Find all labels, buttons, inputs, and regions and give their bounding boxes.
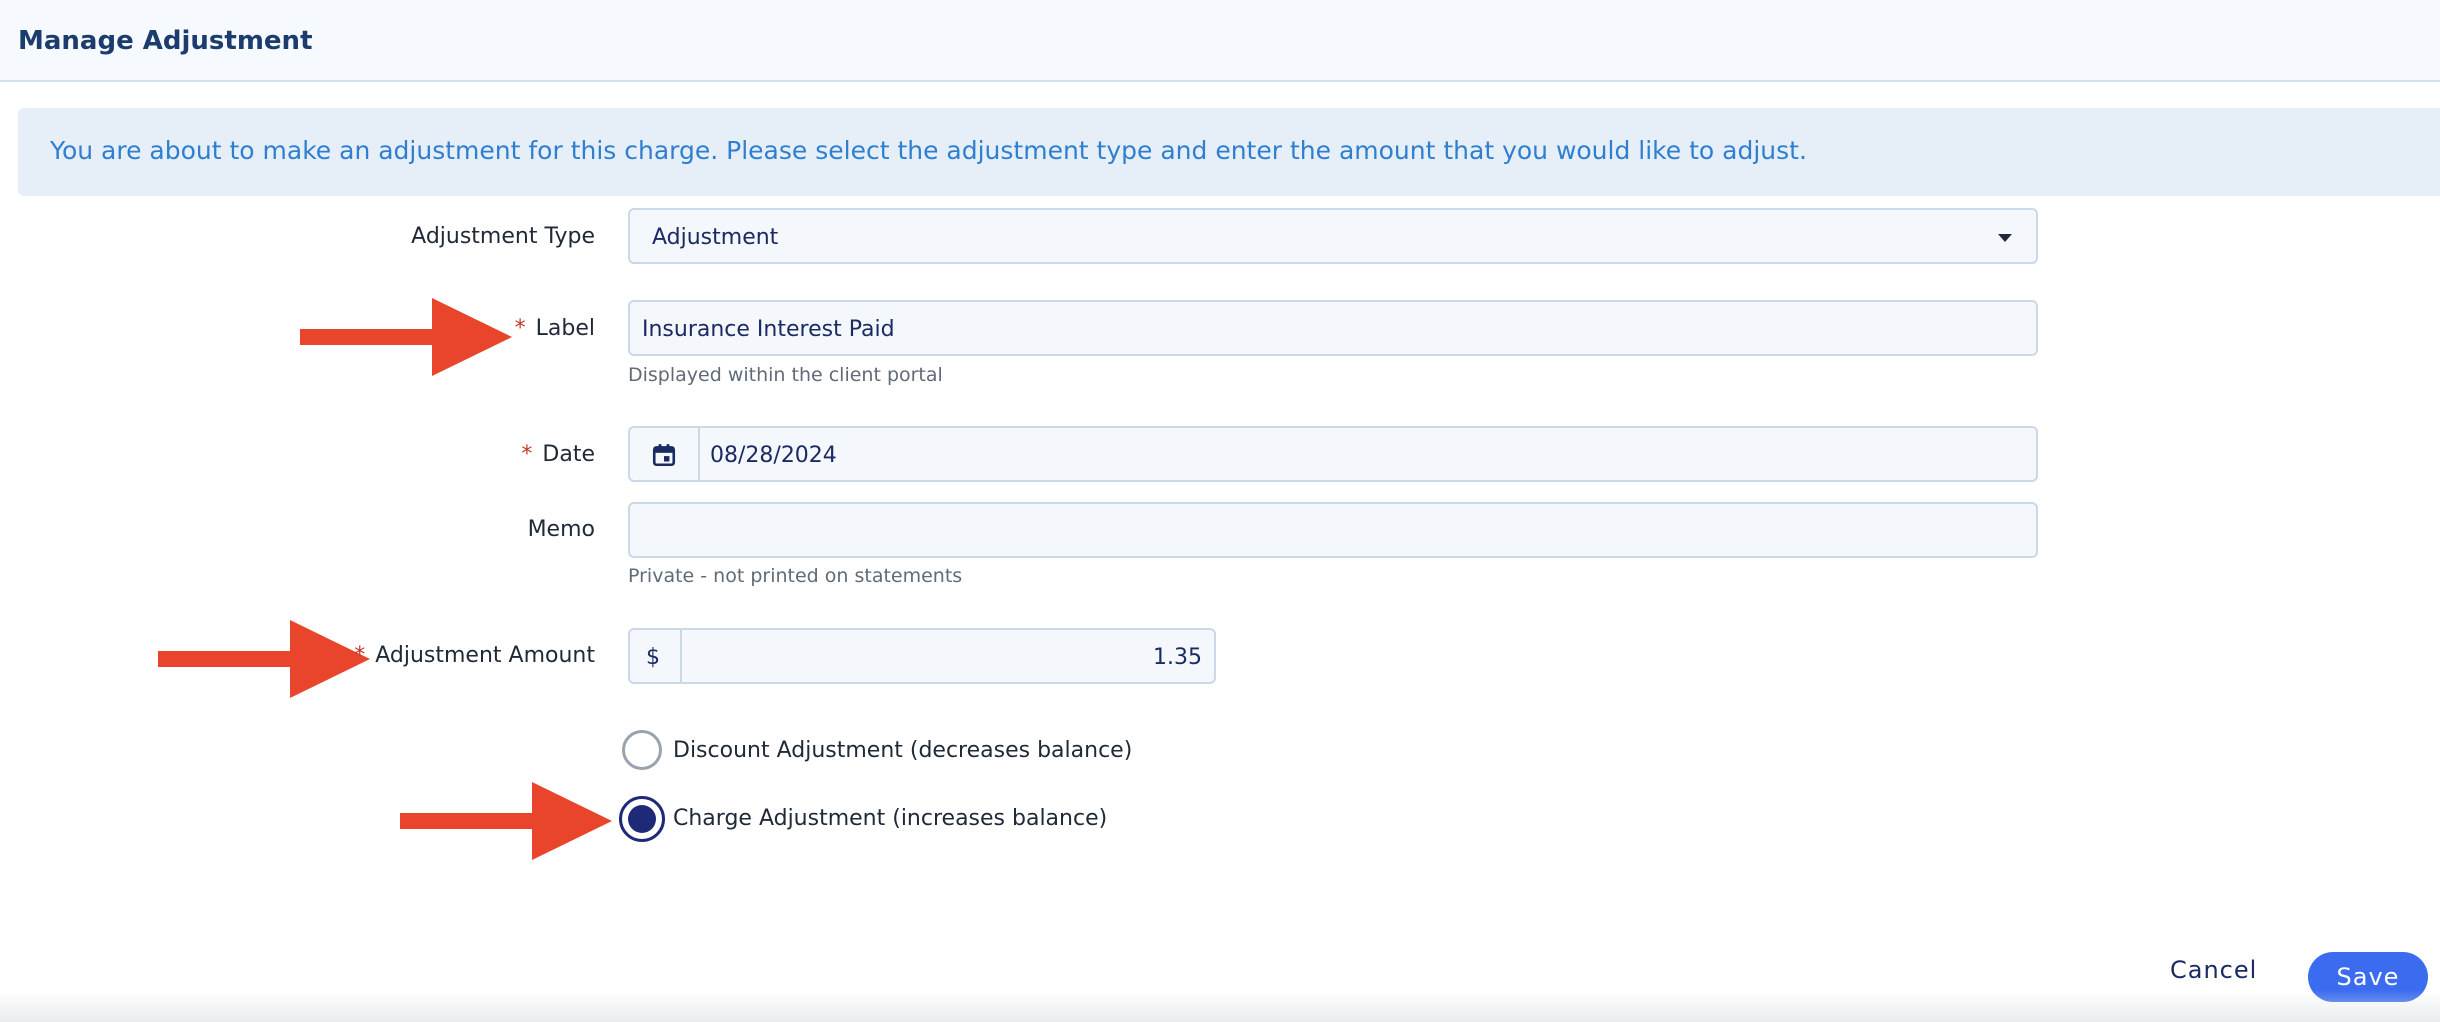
label-input-value: Insurance Interest Paid [642, 317, 895, 342]
required-marker: * [354, 643, 366, 668]
chevron-down-icon [1998, 234, 2012, 242]
adjustment-type-value: Adjustment [652, 225, 779, 250]
memo-help-text: Private - not printed on statements [628, 565, 963, 587]
memo-label: Memo [527, 517, 595, 542]
required-marker: * [514, 316, 526, 341]
label-input[interactable]: Insurance Interest Paid [628, 300, 2038, 356]
label-help-text: Displayed within the client portal [628, 364, 943, 386]
adjustment-amount-input[interactable]: $ 1.35 [628, 628, 1216, 684]
date-input[interactable]: 08/28/2024 [628, 426, 2038, 482]
memo-input[interactable] [628, 502, 2038, 558]
radio-selected-dot [628, 805, 656, 833]
footer-shadow [0, 990, 2440, 1022]
red-arrow-annotation [158, 620, 370, 698]
currency-symbol: $ [646, 645, 660, 670]
adjustment-type-select[interactable]: Adjustment [628, 208, 2038, 264]
charge-adjustment-label[interactable]: Charge Adjustment (increases balance) [673, 806, 1107, 831]
required-marker: * [521, 442, 533, 467]
discount-adjustment-label[interactable]: Discount Adjustment (decreases balance) [673, 738, 1132, 763]
adjustment-amount-value: 1.35 [1153, 645, 1202, 670]
info-banner: You are about to make an adjustment for … [18, 108, 2440, 196]
calendar-icon [652, 444, 676, 467]
calendar-button[interactable] [630, 428, 700, 480]
date-input-value: 08/28/2024 [710, 443, 837, 468]
info-banner-text: You are about to make an adjustment for … [50, 136, 1807, 165]
charge-adjustment-radio[interactable] [619, 796, 665, 842]
adjustment-amount-label: * Adjustment Amount [354, 643, 595, 668]
adjustment-type-label: Adjustment Type [411, 224, 595, 249]
red-arrow-annotation [400, 782, 612, 860]
date-label: * Date [521, 442, 595, 467]
page-title: Manage Adjustment [18, 26, 313, 56]
red-arrow-annotation [300, 298, 512, 376]
modal-header: Manage Adjustment [0, 0, 2440, 82]
discount-adjustment-radio[interactable] [622, 730, 662, 770]
cancel-button[interactable]: Cancel [2170, 956, 2257, 984]
label-field-label: * Label [514, 316, 595, 341]
currency-addon: $ [630, 630, 682, 682]
